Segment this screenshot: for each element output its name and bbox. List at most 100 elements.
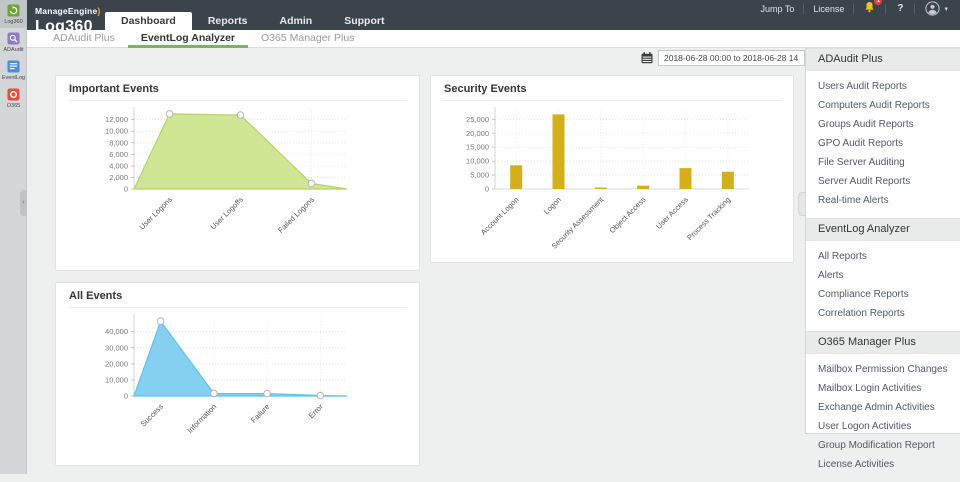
sidebar-section-eventlog-analyzer[interactable]: EventLog Analyzer bbox=[806, 218, 960, 241]
svg-text:20,000: 20,000 bbox=[105, 359, 128, 368]
sidebar-section-links: All ReportsAlertsCompliance ReportsCorre… bbox=[806, 241, 960, 331]
rail-item-label: ADAudit bbox=[3, 47, 23, 53]
sidebar-link-alerts[interactable]: Alerts bbox=[806, 266, 960, 285]
topbar-tabs: DashboardReportsAdminSupport bbox=[105, 0, 400, 30]
important-events-panel: Important Events 0 2,000 4,000 6,000 8,000 10… bbox=[55, 75, 420, 271]
svg-text:Error: Error bbox=[307, 402, 326, 421]
notification-badge: 1 bbox=[874, 0, 882, 5]
svg-text:0: 0 bbox=[485, 185, 489, 194]
rail-collapse-handle[interactable]: ‹ bbox=[20, 190, 27, 216]
date-range-input[interactable] bbox=[658, 50, 805, 66]
security-events-panel: Security Events 0 5,000 10,000 15,000 20,000… bbox=[430, 75, 794, 263]
rail-item-o365[interactable]: O365 bbox=[0, 84, 27, 112]
divider bbox=[68, 307, 407, 308]
rail-item-label: EventLog bbox=[2, 75, 25, 81]
log360-icon bbox=[7, 4, 20, 17]
reports-sidebar: ADAudit PlusUsers Audit ReportsComputers… bbox=[805, 48, 960, 434]
sidebar-link-users-audit-reports[interactable]: Users Audit Reports bbox=[806, 77, 960, 96]
sidebar-link-all-reports[interactable]: All Reports bbox=[806, 247, 960, 266]
svg-text:User Access: User Access bbox=[654, 195, 690, 231]
svg-text:Logon: Logon bbox=[542, 195, 563, 216]
svg-text:6,000: 6,000 bbox=[109, 150, 128, 159]
sidebar-link-group-modification-report[interactable]: Group Modification Report bbox=[806, 436, 960, 455]
sidebar-link-real-time-alerts[interactable]: Real-time Alerts bbox=[806, 191, 960, 210]
panel-title: Security Events bbox=[431, 76, 793, 100]
svg-text:Failed Logons: Failed Logons bbox=[276, 195, 316, 235]
sidebar-link-user-logon-activities[interactable]: User Logon Activities bbox=[806, 417, 960, 436]
svg-text:Failure: Failure bbox=[249, 402, 272, 425]
rail-item-adaudit[interactable]: ADAudit bbox=[0, 28, 27, 56]
svg-text:30,000: 30,000 bbox=[105, 343, 128, 352]
important-events-chart[interactable]: 0 2,000 4,000 6,000 8,000 10,000 12,000 User Lo… bbox=[56, 103, 419, 265]
svg-text:40,000: 40,000 bbox=[105, 327, 128, 336]
rail-item-log360[interactable]: Log360 bbox=[0, 0, 27, 28]
topbar: ManageEngine) Log360 DashboardReportsAdm… bbox=[27, 0, 960, 30]
subnav-eventlog-analyzer[interactable]: EventLog Analyzer bbox=[128, 30, 248, 47]
sidebar-section-adaudit-plus[interactable]: ADAudit Plus bbox=[806, 48, 960, 71]
all-events-panel: All Events 010,00020,00030,00040,000Succ… bbox=[55, 282, 420, 466]
svg-text:5,000: 5,000 bbox=[470, 171, 489, 180]
o365-icon bbox=[7, 88, 20, 101]
brand-company: ManageEngine bbox=[35, 6, 97, 16]
eventlog-icon bbox=[7, 60, 20, 73]
sidebar-link-gpo-audit-reports[interactable]: GPO Audit Reports bbox=[806, 134, 960, 153]
jump-to-link[interactable]: Jump To bbox=[751, 4, 803, 14]
adaudit-icon bbox=[7, 32, 20, 45]
svg-text:10,000: 10,000 bbox=[105, 375, 128, 384]
rail-item-label: Log360 bbox=[4, 19, 22, 25]
svg-text:12,000: 12,000 bbox=[105, 115, 128, 124]
svg-text:Object Access: Object Access bbox=[608, 195, 648, 235]
brand-swoosh-icon: ) bbox=[97, 6, 100, 16]
sidebar-link-mailbox-login-activities[interactable]: Mailbox Login Activities bbox=[806, 379, 960, 398]
help-button[interactable]: ? bbox=[886, 3, 914, 14]
svg-text:15,000: 15,000 bbox=[466, 143, 489, 152]
svg-text:Information: Information bbox=[185, 402, 218, 435]
rail-item-eventlog[interactable]: EventLog bbox=[0, 56, 27, 84]
svg-text:25,000: 25,000 bbox=[466, 115, 489, 124]
sidebar-collapse-handle[interactable] bbox=[798, 192, 805, 216]
divider bbox=[68, 100, 407, 101]
svg-text:0: 0 bbox=[124, 185, 128, 194]
user-menu[interactable]: ▾ bbox=[915, 1, 952, 16]
sidebar-link-groups-audit-reports[interactable]: Groups Audit Reports bbox=[806, 115, 960, 134]
sidebar-link-server-audit-reports[interactable]: Server Audit Reports bbox=[806, 172, 960, 191]
svg-text:20,000: 20,000 bbox=[466, 129, 489, 138]
rail-item-label: O365 bbox=[7, 103, 20, 109]
license-link[interactable]: License bbox=[804, 4, 853, 14]
tab-support[interactable]: Support bbox=[328, 12, 400, 30]
product-subnav: ADAudit PlusEventLog AnalyzerO365 Manage… bbox=[27, 30, 960, 48]
tab-dashboard[interactable]: Dashboard bbox=[105, 12, 192, 30]
panel-title: Important Events bbox=[56, 76, 419, 100]
sidebar-link-exchange-admin-activities[interactable]: Exchange Admin Activities bbox=[806, 398, 960, 417]
sidebar-section-o365-manager-plus[interactable]: O365 Manager Plus bbox=[806, 331, 960, 354]
left-app-rail: Log360 ADAudit EventLog O365 ‹ bbox=[0, 0, 27, 474]
tab-reports[interactable]: Reports bbox=[192, 12, 264, 30]
svg-text:Success: Success bbox=[139, 402, 166, 429]
sidebar-link-file-server-auditing[interactable]: File Server Auditing bbox=[806, 153, 960, 172]
svg-text:Account Logon: Account Logon bbox=[479, 195, 521, 237]
security-events-chart[interactable]: 0 5,000 10,000 15,000 20,000 25,000 Account Lo… bbox=[431, 103, 793, 257]
sidebar-link-computers-audit-reports[interactable]: Computers Audit Reports bbox=[806, 96, 960, 115]
svg-text:10,000: 10,000 bbox=[466, 157, 489, 166]
sidebar-section-links: Mailbox Permission ChangesMailbox Login … bbox=[806, 354, 960, 482]
notifications-button[interactable]: 1 bbox=[854, 0, 885, 18]
svg-text:User Logons: User Logons bbox=[137, 195, 174, 232]
all-events-chart[interactable]: 010,00020,00030,00040,000SuccessInformat… bbox=[56, 310, 419, 460]
sidebar-link-compliance-reports[interactable]: Compliance Reports bbox=[806, 285, 960, 304]
svg-text:8,000: 8,000 bbox=[109, 138, 128, 147]
user-avatar-icon bbox=[925, 1, 940, 16]
svg-text:User Logoffs: User Logoffs bbox=[209, 195, 246, 232]
sidebar-section-links: Users Audit ReportsComputers Audit Repor… bbox=[806, 71, 960, 218]
subnav-o365-manager-plus[interactable]: O365 Manager Plus bbox=[248, 30, 367, 47]
svg-text:2,000: 2,000 bbox=[109, 173, 128, 182]
svg-text:Process Tracking: Process Tracking bbox=[685, 195, 732, 242]
svg-text:4,000: 4,000 bbox=[109, 161, 128, 170]
svg-text:10,000: 10,000 bbox=[105, 127, 128, 136]
sidebar-link-license-activities[interactable]: License Activities bbox=[806, 455, 960, 474]
sidebar-link-mailbox-permission-changes[interactable]: Mailbox Permission Changes bbox=[806, 360, 960, 379]
sidebar-link-correlation-reports[interactable]: Correlation Reports bbox=[806, 304, 960, 323]
brand-logo[interactable]: ManageEngine) Log360 bbox=[35, 1, 100, 34]
tab-admin[interactable]: Admin bbox=[264, 12, 329, 30]
date-range-bar bbox=[641, 50, 805, 66]
calendar-icon[interactable] bbox=[641, 52, 653, 64]
